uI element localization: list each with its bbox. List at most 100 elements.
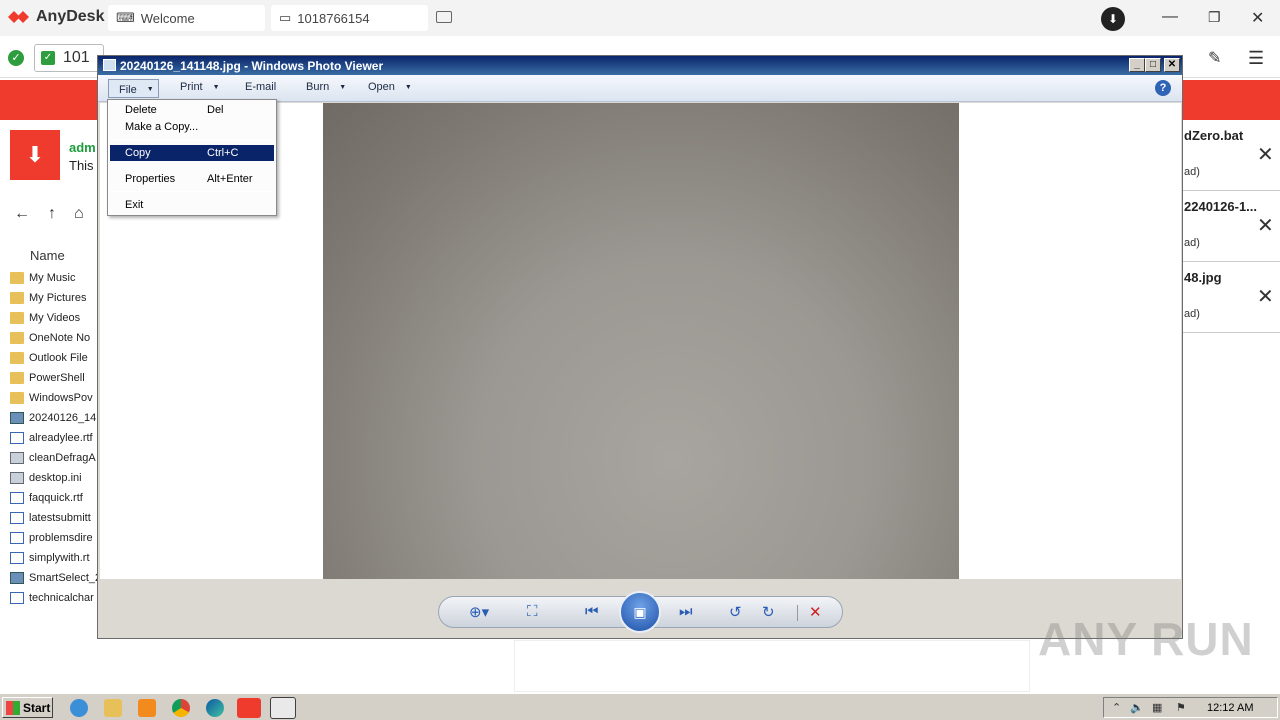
photo-viewer-taskbar-icon[interactable] xyxy=(270,697,296,719)
download-item[interactable]: 2240126-1... ad) ✕ xyxy=(1183,191,1280,262)
windows-flag-icon xyxy=(6,700,20,715)
delete-icon[interactable]: ✕ xyxy=(809,603,822,621)
document-icon xyxy=(10,532,24,544)
menu-file[interactable]: File ▼ xyxy=(108,79,159,98)
minimize-button[interactable]: — xyxy=(1162,8,1178,26)
list-item[interactable]: technicalchar xyxy=(10,588,98,608)
chevron-down-icon: ▼ xyxy=(404,83,412,91)
anydesk-title-bar: AnyDesk ⌨ Welcome ▭ 1018766154 ⬇ — ❐ ✕ xyxy=(0,0,1280,36)
slideshow-icon[interactable]: ▣ xyxy=(619,591,661,633)
list-item-label: cleanDefragA xyxy=(29,452,96,464)
file-list-header[interactable]: Name xyxy=(30,248,65,263)
remote-user-name: adm xyxy=(69,140,96,155)
folder-icon xyxy=(10,392,24,404)
new-session-icon[interactable] xyxy=(436,11,452,23)
menu-burn[interactable]: Burn ▼ xyxy=(306,81,346,93)
help-icon[interactable]: ? xyxy=(1155,80,1171,96)
edge-icon[interactable] xyxy=(206,699,224,717)
flag-icon[interactable]: ⚑ xyxy=(1176,701,1186,714)
dismiss-icon[interactable]: ✕ xyxy=(1257,284,1274,309)
tab-remote-session[interactable]: ▭ 1018766154 xyxy=(271,5,428,31)
list-item[interactable]: problemsdire xyxy=(10,528,98,548)
menu-item-exit[interactable]: Exit xyxy=(110,197,274,213)
rotate-cw-icon[interactable]: ↻ xyxy=(762,603,775,621)
document-icon xyxy=(10,592,24,604)
pv-maximize-button[interactable]: □ xyxy=(1145,58,1161,72)
home-icon[interactable]: ⌂ xyxy=(74,205,84,223)
pv-minimize-button[interactable]: _ xyxy=(1129,58,1145,72)
download-item-title: 48.jpg xyxy=(1184,270,1222,285)
monitor-icon: ▭ xyxy=(279,10,292,25)
menu-burn-label: Burn xyxy=(306,81,330,93)
list-item[interactable]: PowerShell xyxy=(10,368,98,388)
close-button[interactable]: ✕ xyxy=(1251,8,1264,28)
tab-welcome[interactable]: ⌨ Welcome xyxy=(108,5,265,31)
restore-button[interactable]: ❐ xyxy=(1208,9,1221,26)
menu-item-copy[interactable]: Copy Ctrl+C xyxy=(110,145,274,161)
media-player-icon[interactable] xyxy=(138,699,156,717)
back-arrow-icon[interactable]: ← xyxy=(14,205,30,223)
secure-icon: ✓ xyxy=(41,51,55,65)
menu-print[interactable]: Print ▼ xyxy=(180,81,220,93)
volume-icon[interactable]: 🔈 xyxy=(1130,701,1144,714)
explorer-icon[interactable] xyxy=(104,699,122,717)
list-item[interactable]: latestsubmitt xyxy=(10,508,98,528)
file-list: My Music My Pictures My Videos OneNote No Ou… xyxy=(10,268,98,608)
tab-welcome-label: Welcome xyxy=(140,10,195,26)
list-item-label: faqquick.rtf xyxy=(29,492,83,504)
tray-expand-icon[interactable]: ⌃ xyxy=(1112,701,1121,714)
clock[interactable]: 12:12 AM xyxy=(1207,702,1253,714)
list-item-label: problemsdire xyxy=(29,532,93,544)
menu-item-make-copy[interactable]: Make a Copy... xyxy=(110,119,274,135)
download-list: dZero.bat ad) ✕ 2240126-1... ad) ✕ 48.jp… xyxy=(1183,120,1280,333)
download-icon[interactable]: ⬇ xyxy=(1101,7,1125,31)
list-item[interactable]: alreadylee.rtf xyxy=(10,428,98,448)
list-item[interactable]: My Music xyxy=(10,268,98,288)
ie-icon[interactable] xyxy=(70,699,88,717)
pv-close-button[interactable]: ✕ xyxy=(1164,58,1180,72)
taskbar: Start ⌃ 🔈 ▦ ⚑ 12:12 AM xyxy=(0,693,1280,720)
zoom-icon[interactable]: ⊕▾ xyxy=(469,603,489,621)
list-item[interactable]: Outlook File xyxy=(10,348,98,368)
menu-open[interactable]: Open ▼ xyxy=(368,81,412,93)
list-item[interactable]: OneNote No xyxy=(10,328,98,348)
download-item-title: dZero.bat xyxy=(1184,128,1244,143)
list-item[interactable]: cleanDefragA xyxy=(10,448,98,468)
hamburger-menu-icon[interactable]: ☰ xyxy=(1248,48,1264,69)
photo-viewer-menubar: File ▼ Print ▼ E-mail Burn ▼ Open ▼ ? xyxy=(98,75,1182,102)
list-item[interactable]: WindowsPov xyxy=(10,388,98,408)
network-icon[interactable]: ▦ xyxy=(1152,701,1162,714)
list-item[interactable]: My Videos xyxy=(10,308,98,328)
download-item[interactable]: 48.jpg ad) ✕ xyxy=(1183,262,1280,333)
pen-icon[interactable]: ✎ xyxy=(1208,48,1221,68)
dismiss-icon[interactable]: ✕ xyxy=(1257,213,1274,238)
list-item[interactable]: SmartSelect_2 xyxy=(10,568,98,588)
menu-item-properties[interactable]: Properties Alt+Enter xyxy=(110,171,274,187)
actual-size-icon[interactable]: ⛶ xyxy=(527,603,538,620)
rotate-ccw-icon[interactable]: ↺ xyxy=(729,603,742,621)
up-arrow-icon[interactable]: ↑ xyxy=(48,205,56,223)
list-item[interactable]: simplywith.rt xyxy=(10,548,98,568)
menu-item-shortcut: Del xyxy=(207,104,224,116)
list-item[interactable]: desktop.ini xyxy=(10,468,98,488)
list-item[interactable]: 20240126_14 xyxy=(10,408,98,428)
list-item-label: SmartSelect_2 xyxy=(29,572,98,584)
menu-item-delete[interactable]: Delete Del xyxy=(110,102,274,118)
list-item-label: WindowsPov xyxy=(29,392,93,404)
settings-file-icon xyxy=(10,472,24,484)
anydesk-taskbar-icon[interactable] xyxy=(237,698,261,718)
download-item[interactable]: dZero.bat ad) ✕ xyxy=(1183,120,1280,191)
previous-icon[interactable]: ⏮ xyxy=(585,603,599,620)
start-button[interactable]: Start xyxy=(2,697,53,718)
address-field[interactable]: ✓ 101 xyxy=(34,44,104,72)
dismiss-icon[interactable]: ✕ xyxy=(1257,142,1274,167)
next-icon[interactable]: ⏭ xyxy=(679,603,693,620)
chrome-icon[interactable] xyxy=(172,699,190,717)
chevron-down-icon: ▼ xyxy=(339,83,347,91)
menu-item-label: Delete xyxy=(125,104,157,116)
menu-item-label: Exit xyxy=(125,199,144,211)
explorer-nav: ← ↑ ⌂ xyxy=(14,205,84,223)
list-item[interactable]: My Pictures xyxy=(10,288,98,308)
menu-email[interactable]: E-mail xyxy=(245,81,276,93)
list-item[interactable]: faqquick.rtf xyxy=(10,488,98,508)
